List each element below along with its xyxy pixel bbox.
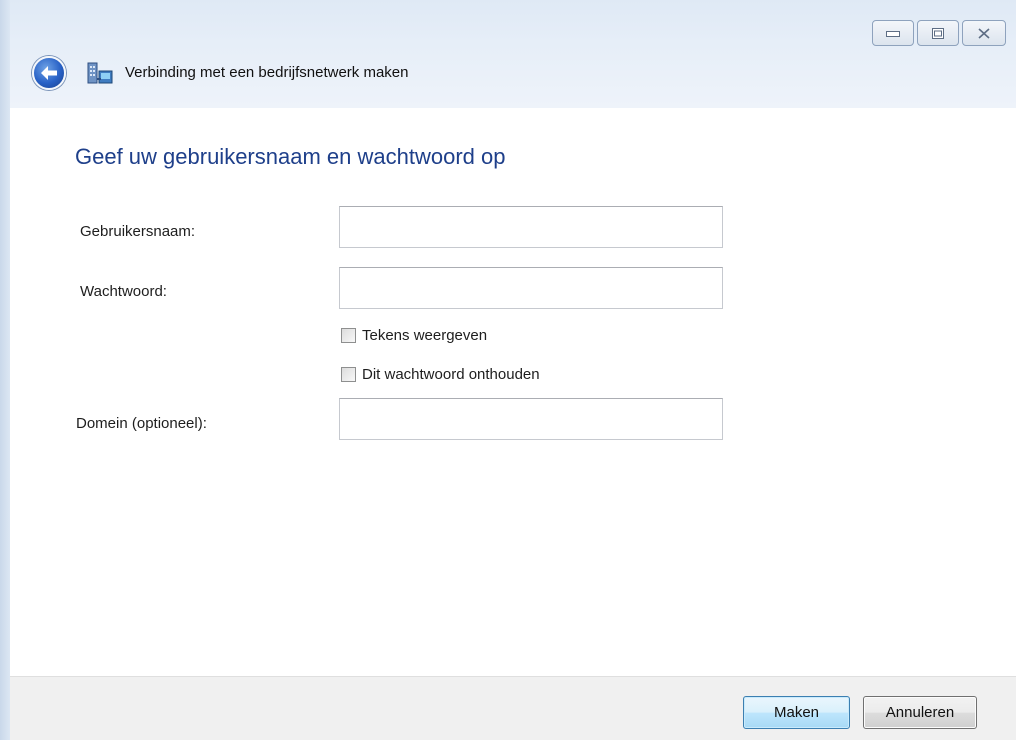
password-label: Wachtwoord: — [80, 283, 167, 300]
username-label: Gebruikersnaam: — [80, 223, 195, 240]
network-connection-icon — [87, 61, 113, 85]
remember-password-label: Dit wachtwoord onthouden — [362, 366, 540, 383]
caption-buttons — [872, 20, 1006, 46]
password-input[interactable] — [339, 267, 723, 309]
show-characters-checkbox[interactable] — [341, 328, 356, 343]
window-frame-left — [0, 0, 10, 740]
minimize-button[interactable] — [872, 20, 914, 46]
maximize-icon — [932, 28, 944, 39]
remember-password-option[interactable]: Dit wachtwoord onthouden — [341, 366, 540, 383]
maximize-button[interactable] — [917, 20, 959, 46]
page-heading: Geef uw gebruikersnaam en wachtwoord op — [75, 144, 505, 170]
minimize-icon — [886, 29, 900, 37]
domain-label: Domein (optioneel): — [76, 415, 207, 432]
username-input[interactable] — [339, 206, 723, 248]
remember-password-checkbox[interactable] — [341, 367, 356, 382]
dialog-footer: Maken Annuleren — [10, 676, 1016, 740]
close-button[interactable] — [962, 20, 1006, 46]
dialog-content: Geef uw gebruikersnaam en wachtwoord op … — [10, 108, 1016, 676]
title-area: Verbinding met een bedrijfsnetwerk maken — [10, 0, 1016, 108]
window-title: Verbinding met een bedrijfsnetwerk maken — [125, 64, 409, 81]
show-characters-option[interactable]: Tekens weergeven — [341, 327, 487, 344]
cancel-button[interactable]: Annuleren — [863, 696, 977, 729]
back-button[interactable] — [32, 56, 66, 90]
dialog-window: Verbinding met een bedrijfsnetwerk maken… — [0, 0, 1016, 740]
make-button[interactable]: Maken — [743, 696, 850, 729]
show-characters-label: Tekens weergeven — [362, 327, 487, 344]
close-icon — [978, 28, 990, 39]
back-arrow-icon — [40, 65, 58, 81]
domain-input[interactable] — [339, 398, 723, 440]
